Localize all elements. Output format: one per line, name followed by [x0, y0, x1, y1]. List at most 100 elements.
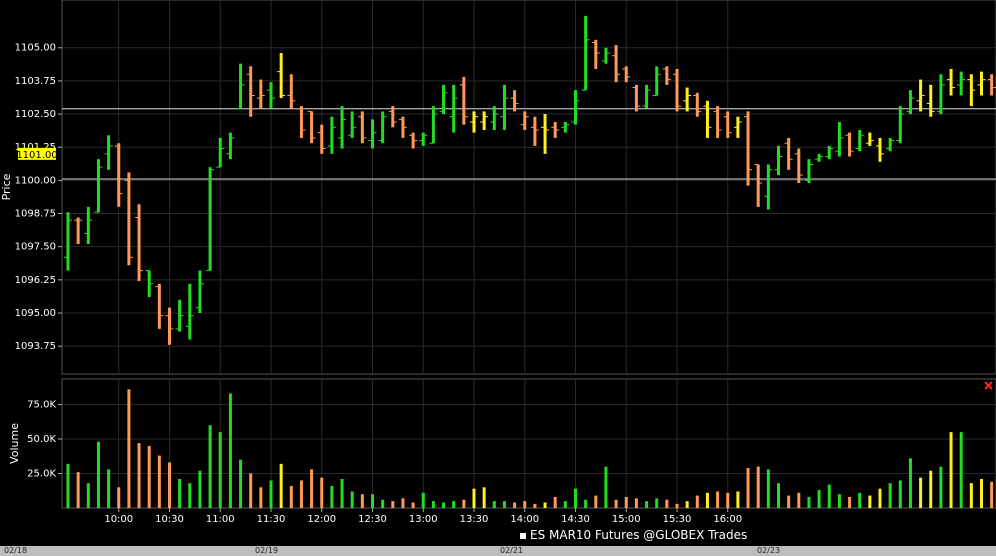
- volume-bar: [695, 495, 699, 508]
- volume-bar: [787, 495, 791, 508]
- volume-bar: [259, 487, 263, 508]
- volume-bar: [878, 488, 882, 508]
- price-panel: [61, 0, 996, 375]
- price-tick-label: 1105.00: [15, 43, 56, 54]
- legend-marker: [520, 532, 526, 539]
- volume-bar: [766, 469, 770, 508]
- volume-bar: [442, 502, 446, 508]
- volume-bar: [513, 502, 517, 508]
- volume-bar: [817, 490, 821, 508]
- volume-bar: [157, 455, 161, 508]
- price-tick-label: 1093.75: [15, 341, 56, 352]
- volume-bar: [726, 492, 730, 508]
- volume-bar: [198, 470, 202, 508]
- time-tick-label: 14:00: [510, 514, 539, 525]
- price-tick-label: 1096.25: [15, 275, 56, 286]
- volume-bar: [137, 443, 141, 508]
- volume-bar: [86, 483, 90, 508]
- volume-bar: [624, 496, 628, 508]
- volume-tick-label: 25.0K: [27, 469, 56, 480]
- price-tick-label: 1103.75: [15, 76, 56, 87]
- price-tick-label: 1097.50: [15, 242, 56, 253]
- volume-bar: [756, 466, 760, 508]
- price-axis-label: Price: [0, 173, 13, 200]
- volume-bar: [188, 483, 192, 508]
- volume-bar: [96, 441, 100, 508]
- volume-bar: [269, 480, 273, 508]
- volume-bar: [228, 393, 232, 508]
- volume-bar: [320, 477, 324, 508]
- volume-bar: [908, 458, 912, 508]
- volume-bar: [675, 503, 679, 508]
- volume-bar: [107, 469, 111, 508]
- date-label-2: 02/19: [255, 546, 279, 555]
- volume-bar: [239, 459, 243, 508]
- volume-bar: [574, 488, 577, 508]
- volume-bar: [797, 492, 801, 508]
- volume-bar: [299, 480, 303, 508]
- volume-bar: [371, 494, 374, 508]
- price-tick-label: 1102.50: [15, 109, 56, 120]
- volume-bar: [858, 492, 862, 508]
- time-tick-label: 15:00: [612, 514, 641, 525]
- volume-tick-label: 50.0K: [27, 434, 56, 445]
- volume-bar: [310, 469, 314, 508]
- volume-bar: [665, 499, 669, 508]
- price-tick-label: 1095.00: [15, 308, 56, 319]
- time-tick-label: 10:00: [104, 514, 133, 525]
- volume-bar: [330, 485, 334, 508]
- volume-bar: [381, 499, 385, 508]
- volume-bar: [502, 501, 506, 508]
- price-tick-label: 1100.00: [15, 175, 56, 186]
- volume-bar: [736, 491, 740, 508]
- volume-bar: [553, 496, 557, 508]
- volume-bar: [888, 483, 892, 508]
- volume-bar: [543, 502, 547, 508]
- volume-bar: [604, 466, 608, 508]
- date-scrollbar[interactable]: [0, 546, 996, 556]
- volume-bar: [807, 496, 811, 508]
- volume-bar: [117, 487, 121, 508]
- volume-bar: [533, 503, 537, 508]
- series-legend: ES MAR10 Futures @GLOBEX Trades: [520, 528, 747, 542]
- date-label-3: 02/21: [500, 546, 524, 555]
- time-tick-label: 14:30: [561, 514, 590, 525]
- volume-axis-label: Volume: [8, 423, 21, 464]
- volume-bar: [746, 467, 750, 508]
- volume-bar: [523, 501, 527, 508]
- volume-bar: [431, 501, 435, 508]
- volume-bar: [848, 496, 852, 508]
- time-tick-label: 12:00: [307, 514, 336, 525]
- volume-bar: [563, 501, 567, 508]
- time-tick-label: 12:30: [358, 514, 387, 525]
- volume-bar: [929, 470, 933, 508]
- volume-bar: [655, 498, 659, 508]
- volume-bar: [127, 389, 131, 508]
- volume-bar: [218, 432, 222, 508]
- volume-bar: [645, 501, 649, 508]
- volume-bar: [401, 498, 405, 508]
- volume-bar: [705, 492, 709, 508]
- volume-bar: [482, 487, 486, 508]
- date-label-4: 02/23: [757, 546, 781, 555]
- volume-bar: [716, 491, 720, 508]
- volume-bar: [949, 432, 953, 508]
- time-tick-label: 13:00: [409, 514, 438, 525]
- volume-bar: [634, 498, 638, 508]
- volume-bar: [939, 466, 943, 508]
- volume-bar: [66, 463, 70, 508]
- volume-bar: [208, 425, 212, 508]
- price-tick-label: 1098.75: [15, 209, 56, 220]
- volume-bar: [421, 492, 425, 508]
- volume-panel: [61, 378, 996, 509]
- time-tick-label: 15:30: [663, 514, 692, 525]
- volume-bar: [289, 485, 293, 508]
- volume-tick-label: 75.0K: [27, 400, 56, 411]
- volume-bar: [959, 432, 963, 508]
- volume-bar: [340, 479, 344, 508]
- volume-bar: [452, 501, 456, 508]
- legend-text: ES MAR10 Futures @GLOBEX Trades: [530, 528, 748, 542]
- volume-bar: [919, 477, 923, 508]
- volume-bar: [980, 479, 983, 508]
- volume-bar: [584, 499, 588, 508]
